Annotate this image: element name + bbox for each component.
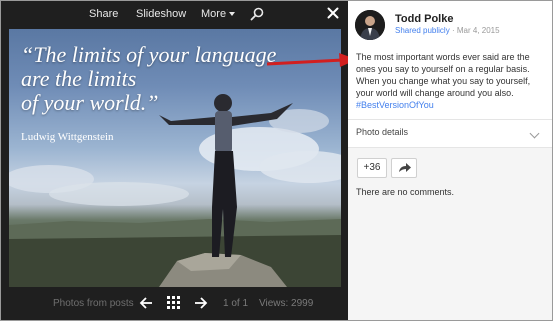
post-meta: Shared publicly · Mar 4, 2015 [395, 26, 500, 35]
slideshow-button[interactable]: Slideshow [136, 8, 186, 20]
meta-separator: · [451, 26, 455, 35]
post-details-panel: Todd Polke Shared publicly · Mar 4, 2015… [348, 1, 552, 320]
page-indicator: 1 of 1 [223, 298, 249, 309]
arrow-left-icon[interactable] [139, 296, 153, 310]
close-icon[interactable] [327, 7, 339, 19]
more-label: More [201, 8, 227, 20]
avatar[interactable] [355, 10, 385, 40]
plus-one-button[interactable]: +36 [357, 158, 387, 178]
comments-empty-text: There are no comments. [356, 187, 455, 197]
arrow-right-icon[interactable] [194, 296, 208, 310]
more-menu-button[interactable]: More [201, 8, 236, 20]
post-body: The most important words ever said are t… [356, 52, 531, 98]
post-author-name[interactable]: Todd Polke [395, 13, 453, 25]
album-label[interactable]: Photos from posts [53, 298, 134, 309]
view-count: Views: 2999 [259, 298, 314, 309]
photo-quote: “The limits of your language are the lim… [21, 42, 277, 115]
annotation-arrow-icon [267, 53, 357, 67]
avatar-image [355, 10, 385, 40]
divider [348, 147, 552, 148]
search-icon[interactable] [250, 7, 264, 21]
photo-details-toggle[interactable]: Photo details [348, 119, 552, 147]
share-arrow-icon [399, 163, 411, 172]
chevron-down-icon [529, 128, 540, 139]
reshare-button[interactable] [391, 158, 417, 178]
photo-quote-author: Ludwig Wittgenstein [21, 131, 114, 143]
visibility-link[interactable]: Shared publicly [395, 26, 450, 35]
grid-icon[interactable] [167, 296, 180, 309]
photo-viewer-window: Share Slideshow More “The limits of your… [0, 0, 553, 321]
hashtag-link[interactable]: #BestVersionOfYou [356, 100, 434, 110]
post-text: The most important words ever said are t… [356, 51, 548, 111]
viewer-bottom-bar: Photos from posts 1 of 1 Views: 2999 [1, 291, 348, 320]
post-date[interactable]: Mar 4, 2015 [457, 26, 500, 35]
chevron-down-icon [229, 12, 236, 16]
share-button[interactable]: Share [89, 8, 118, 20]
photo-viewer: Share Slideshow More “The limits of your… [1, 1, 357, 320]
photo-details-label: Photo details [356, 127, 409, 137]
viewer-toolbar: Share Slideshow More [1, 1, 348, 29]
